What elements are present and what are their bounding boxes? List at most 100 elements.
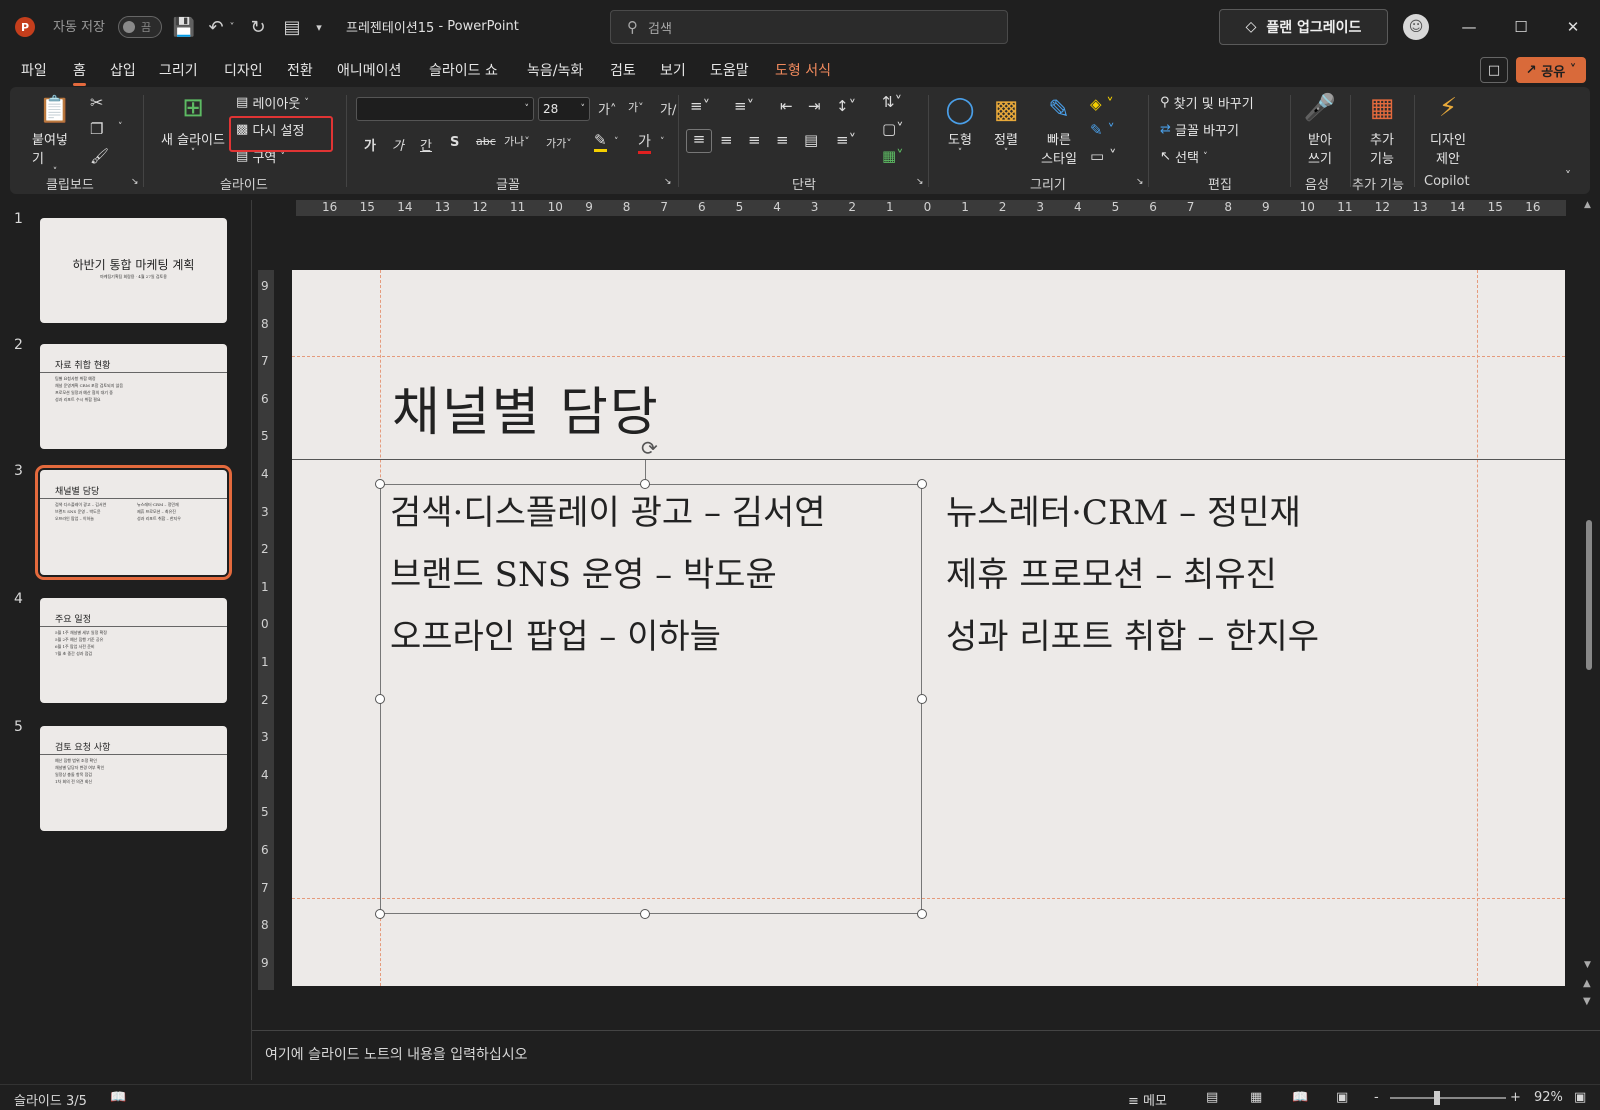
tab-help[interactable]: 도움말 (710, 60, 749, 80)
dialog-launcher-icon[interactable]: ↘ (1136, 177, 1144, 187)
slide-thumbnail-5[interactable]: 검토 요청 사항 예산 집행 범위 조정 확인 채널별 담당자 변경 여부 확인… (40, 726, 227, 831)
decrease-indent-icon[interactable]: ⇤ (780, 97, 793, 115)
quick-styles-button[interactable]: ✎ 빠른 스타일 (1032, 93, 1086, 167)
accessibility-icon[interactable]: 📖 (110, 1090, 126, 1105)
vertical-ruler[interactable]: 9 8 7 6 5 4 3 2 1 0 1 2 3 4 5 6 7 8 9 (258, 270, 274, 990)
dialog-launcher-icon[interactable]: ↘ (916, 177, 924, 187)
slide-thumbnail-4[interactable]: 주요 일정 5월 1주 채널별 세부 일정 확정 5월 2주 예산 집행 기준 … (40, 598, 227, 703)
autosave-toggle[interactable]: 끔 (118, 16, 162, 38)
dictate-button[interactable]: 🎤 받아 쓰기 (1298, 91, 1342, 167)
underline-button[interactable]: 간 (420, 135, 432, 154)
slide-sorter-icon[interactable]: ▦ (1250, 1090, 1262, 1105)
resize-handle[interactable] (640, 479, 650, 489)
tab-design[interactable]: 디자인 (224, 60, 263, 80)
zoom-level[interactable]: 92% (1534, 1090, 1563, 1105)
resize-handle[interactable] (375, 694, 385, 704)
slide-thumbnail-2[interactable]: 자료 취합 현황 팀별 요청사항 취합 예정 채널 운영계획 CRM 포함 검토… (40, 344, 227, 449)
arrange-button[interactable]: ▩ 정렬 ˅ (984, 93, 1028, 158)
numbering-icon[interactable]: ≡˅ (734, 97, 754, 115)
grow-font-icon[interactable]: 가˄ (598, 99, 616, 118)
resize-handle[interactable] (917, 694, 927, 704)
align-text-icon[interactable]: ▢˅ (882, 120, 904, 138)
slide-title[interactable]: 채널별 담당 (392, 370, 660, 445)
columns-icon[interactable]: ≡˅ (836, 131, 856, 149)
justify-icon[interactable]: ≡ (776, 131, 789, 149)
tab-slideshow[interactable]: 슬라이드 쇼 (429, 60, 498, 80)
dialog-launcher-icon[interactable]: ↘ (664, 177, 672, 187)
zoom-slider[interactable] (1390, 1097, 1506, 1099)
share-button[interactable]: ↗ 공유 ˅ (1516, 57, 1586, 83)
scroll-down-icon[interactable]: ▼ (1584, 960, 1591, 970)
notes-toggle-button[interactable]: ≡ 메모 (1128, 1090, 1167, 1109)
increase-indent-icon[interactable]: ⇥ (808, 97, 821, 115)
zoom-out-button[interactable]: - (1374, 1090, 1379, 1105)
save-icon[interactable]: 💾 (171, 14, 197, 40)
clear-format-icon[interactable]: 가∕ (660, 99, 676, 118)
shapes-button[interactable]: ◯ 도형 ˅ (938, 93, 982, 158)
align-center-icon[interactable]: ≡ (720, 131, 733, 149)
select-button[interactable]: ↖ 선택 ˅ (1160, 147, 1208, 166)
find-replace-button[interactable]: ⚲ 찾기 및 바꾸기 (1160, 93, 1254, 112)
chevron-down-icon[interactable]: ˅ (614, 137, 619, 147)
font-name-combo[interactable]: ˅ (356, 97, 534, 121)
reading-view-icon[interactable]: 📖 (1292, 1090, 1308, 1105)
present-icon[interactable]: ▤ (279, 14, 305, 40)
resize-handle[interactable] (375, 479, 385, 489)
resize-handle[interactable] (375, 909, 385, 919)
shape-fill-icon[interactable]: ◈ ˅ (1090, 95, 1114, 113)
tab-record[interactable]: 녹음/녹화 (527, 60, 583, 80)
slide-thumbnail-3[interactable]: 채널별 담당 검색·디스플레이 광고 – 김서연 브랜드 SNS 운영 – 박도… (35, 465, 232, 580)
slide-thumbnail-1[interactable]: 하반기 통합 마케팅 계획 마케팅기획팀 회람용 · 4월 27일 검토용 (40, 218, 227, 323)
replace-font-button[interactable]: ⇄ 글꼴 바꾸기 (1160, 120, 1239, 139)
notes-pane[interactable]: 여기에 슬라이드 노트의 내용을 입력하십시오 (252, 1030, 1600, 1080)
next-slide-icon[interactable]: ▼ (1583, 996, 1591, 1007)
tab-shape-format[interactable]: 도형 서식 (775, 60, 831, 80)
tab-review[interactable]: 검토 (610, 60, 636, 80)
scroll-thumb[interactable] (1586, 520, 1592, 670)
resize-handle[interactable] (917, 479, 927, 489)
tab-transitions[interactable]: 전환 (287, 60, 313, 80)
normal-view-icon[interactable]: ▤ (1206, 1090, 1218, 1105)
font-size-combo[interactable]: 28 ˅ (538, 97, 590, 121)
search-box[interactable]: ⚲ 검색 (610, 10, 1008, 44)
font-color-icon[interactable]: 가 (638, 131, 651, 154)
chevron-down-icon[interactable]: ˅ (118, 122, 123, 132)
layout-button[interactable]: ▤ 레이아웃 ˅ (236, 93, 309, 112)
tab-insert[interactable]: 삽입 (110, 60, 136, 80)
shadow-button[interactable]: S (450, 135, 459, 150)
upgrade-plan-button[interactable]: ◇ 플랜 업그레이드 (1219, 9, 1388, 45)
avatar[interactable]: ☺ (1403, 14, 1429, 40)
horizontal-ruler[interactable]: 16 15 14 13 12 11 10 9 8 7 6 5 4 3 2 1 0 1 2 3 4 5 6 7 8 9 10 11 12 1… (296, 200, 1566, 216)
addins-button[interactable]: ▦ 추가 기능 (1356, 91, 1408, 167)
bullets-icon[interactable]: ≡˅ (690, 97, 710, 115)
collapse-ribbon-icon[interactable]: ˅ (1565, 169, 1571, 183)
align-right-icon[interactable]: ≡ (748, 131, 761, 149)
resize-handle[interactable] (640, 909, 650, 919)
distributed-icon[interactable]: ▤ (804, 131, 818, 149)
close-icon[interactable]: ✕ (1550, 12, 1596, 42)
slideshow-view-icon[interactable]: ▣ (1336, 1090, 1348, 1105)
strikethrough-icon[interactable]: abc (476, 135, 496, 148)
smartart-icon[interactable]: ▦˅ (882, 147, 904, 165)
paste-button[interactable]: 📋 붙여넣기 ˅ (32, 93, 78, 177)
right-text-box[interactable]: 뉴스레터·CRM – 정민재 제휴 프로모션 – 최유진 성과 리포트 취합 –… (946, 482, 1319, 668)
tab-animations[interactable]: 애니메이션 (337, 60, 401, 80)
customize-icon[interactable]: ▾ (311, 14, 327, 40)
designer-button[interactable]: ⚡ 디자인 제안 (1420, 91, 1476, 167)
shape-effects-icon[interactable]: ▭ ˅ (1090, 147, 1116, 165)
shape-outline-icon[interactable]: ✎ ˅ (1090, 121, 1115, 139)
rotate-handle-icon[interactable]: ⟳ (641, 436, 658, 460)
guide-line[interactable] (292, 356, 1565, 357)
tab-file[interactable]: 파일 (21, 60, 47, 80)
copy-icon[interactable]: ❐ (90, 120, 103, 138)
minimize-icon[interactable]: — (1446, 12, 1492, 42)
tab-draw[interactable]: 그리기 (159, 60, 198, 80)
vertical-scrollbar[interactable]: ▲ ▼ ▲ ▼ (1582, 200, 1596, 1020)
line-spacing-icon[interactable]: ↕˅ (836, 97, 856, 115)
guide-line[interactable] (1477, 270, 1478, 986)
shrink-font-icon[interactable]: 가˅ (628, 99, 644, 115)
undo-dropdown-icon[interactable]: ˅ (225, 14, 239, 40)
maximize-icon[interactable]: ☐ (1498, 12, 1544, 42)
comments-button[interactable]: □ (1480, 57, 1508, 83)
zoom-in-button[interactable]: + (1510, 1090, 1521, 1105)
